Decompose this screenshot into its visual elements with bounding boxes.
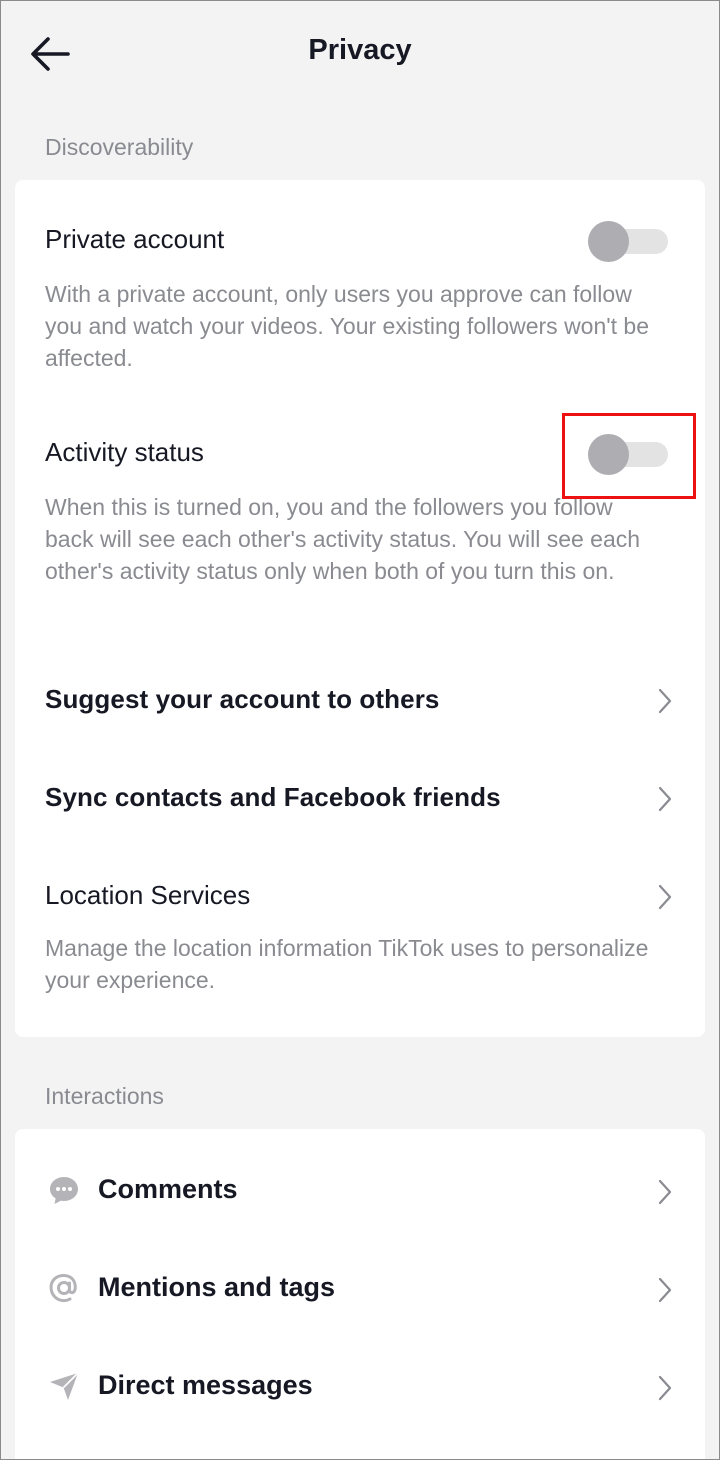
discoverability-card: Private account With a private account, … xyxy=(15,180,705,1037)
chevron-right-icon xyxy=(655,784,675,814)
mentions-row[interactable]: Mentions and tags xyxy=(15,1237,705,1335)
toggle-knob xyxy=(588,221,629,262)
chevron-right-icon xyxy=(655,1275,675,1305)
comment-bubble-icon xyxy=(47,1173,81,1207)
activity-status-description: When this is turned on, you and the foll… xyxy=(45,494,641,584)
interactions-card: Comments Mentions and tags Direct messag… xyxy=(15,1129,705,1460)
chevron-right-icon xyxy=(655,1373,675,1403)
private-account-description: With a private account, only users you a… xyxy=(45,281,650,371)
location-services-description: Manage the location information TikTok u… xyxy=(45,935,649,993)
page-title: Privacy xyxy=(308,34,412,66)
location-services-row[interactable]: Location Services Manage the location in… xyxy=(15,846,705,1016)
paper-plane-icon xyxy=(47,1369,81,1403)
section-label-discoverability: Discoverability xyxy=(45,134,194,160)
chevron-right-icon xyxy=(655,686,675,716)
sync-contacts-title: Sync contacts and Facebook friends xyxy=(45,782,501,812)
private-account-toggle[interactable] xyxy=(588,221,668,262)
header-bar: Privacy xyxy=(0,0,720,106)
direct-messages-row[interactable]: Direct messages xyxy=(15,1335,705,1433)
suggest-account-title: Suggest your account to others xyxy=(45,684,440,714)
at-sign-icon xyxy=(47,1271,81,1305)
suggest-account-row[interactable]: Suggest your account to others xyxy=(15,650,705,748)
private-account-title: Private account xyxy=(45,224,225,254)
comments-row[interactable]: Comments xyxy=(15,1139,705,1237)
chevron-right-icon xyxy=(655,1177,675,1207)
location-services-title: Location Services xyxy=(45,880,251,910)
highlight-box xyxy=(562,413,696,499)
mentions-title: Mentions and tags xyxy=(98,1272,336,1302)
comments-title: Comments xyxy=(98,1174,238,1204)
sync-contacts-row[interactable]: Sync contacts and Facebook friends xyxy=(15,748,705,846)
section-label-interactions: Interactions xyxy=(45,1083,164,1109)
private-account-row: Private account With a private account, … xyxy=(15,180,705,390)
chevron-right-icon xyxy=(655,882,675,912)
direct-messages-title: Direct messages xyxy=(98,1370,313,1400)
activity-status-title: Activity status xyxy=(45,437,204,467)
